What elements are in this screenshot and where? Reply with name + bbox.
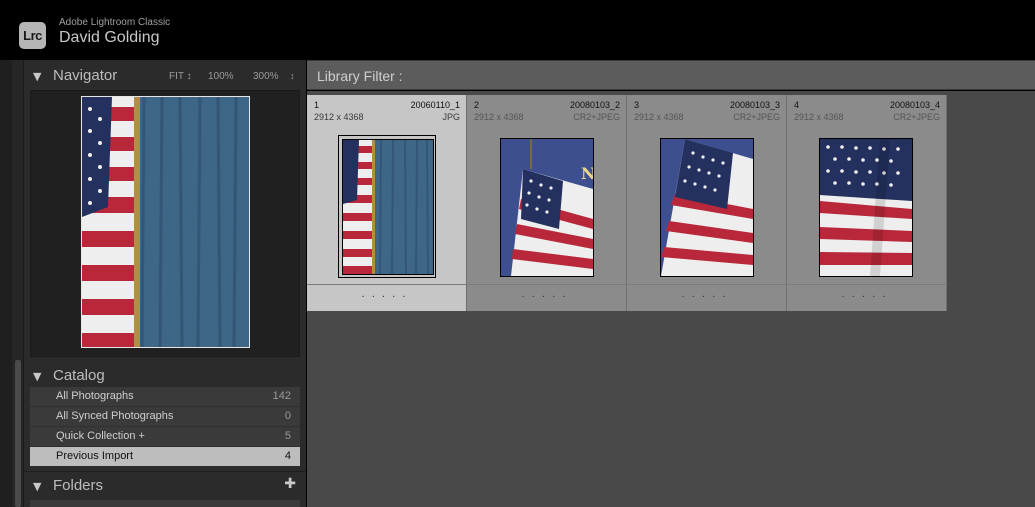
cell-dimensions: 2912 x 4368 bbox=[474, 112, 524, 122]
left-panel-scroll-thumb[interactable] bbox=[15, 360, 21, 507]
app-name: Adobe Lightroom Classic bbox=[59, 17, 171, 28]
folders-list[interactable] bbox=[30, 500, 300, 507]
catalog-title: Catalog bbox=[53, 367, 105, 384]
navigator-preview-image[interactable] bbox=[81, 96, 250, 348]
catalog-item-count: 142 bbox=[272, 390, 291, 402]
catalog-item-label: All Synced Photographs bbox=[56, 410, 174, 422]
cell-dimensions: 2912 x 4368 bbox=[314, 112, 364, 122]
add-folder-plus-icon[interactable]: ✚ bbox=[284, 476, 296, 492]
grid-cell[interactable]: 3 20080103_3 2912 x 4368 CR2+JPEG ····· bbox=[627, 95, 787, 311]
catalog-item-all-photographs[interactable]: All Photographs 142 bbox=[30, 387, 300, 407]
navigator-header[interactable]: ▼ Navigator FIT ↕ 100% 300% ↕ bbox=[24, 62, 306, 90]
zoom-300-option[interactable]: 300% bbox=[253, 71, 279, 82]
cell-filename: 20080103_2 bbox=[569, 100, 620, 110]
cell-index: 4 bbox=[794, 100, 800, 110]
thumbnail-image[interactable] bbox=[660, 138, 754, 277]
cell-filename: 20080103_3 bbox=[729, 100, 780, 110]
folders-title: Folders bbox=[53, 477, 104, 494]
navigator-preview-area[interactable] bbox=[30, 90, 300, 357]
catalog-item-label: Previous Import bbox=[56, 450, 134, 462]
catalog-item-count: 0 bbox=[284, 410, 291, 422]
cell-footer-divider bbox=[307, 284, 467, 285]
cell-dimensions: 2912 x 4368 bbox=[794, 112, 844, 122]
cell-rating-dots[interactable]: ····· bbox=[787, 292, 947, 303]
cell-file-type: CR2+JPEG bbox=[573, 112, 620, 122]
photo-grid[interactable]: 1 20060110_1 2912 x 4368 JPG ····· 2 200… bbox=[307, 91, 1035, 507]
cell-index: 2 bbox=[474, 100, 480, 110]
cell-footer-divider bbox=[787, 284, 947, 285]
thumbnail-image[interactable] bbox=[819, 138, 913, 277]
cell-rating-dots[interactable]: ····· bbox=[467, 292, 627, 303]
left-edge-strip[interactable] bbox=[0, 60, 12, 507]
thumbnail-image[interactable]: N bbox=[500, 138, 594, 277]
catalog-item-quick-collection[interactable]: Quick Collection + 5 bbox=[30, 427, 300, 447]
zoom-fit-label: FIT bbox=[169, 71, 184, 82]
thumbnail-image[interactable] bbox=[342, 139, 434, 275]
cell-filename: 20080103_4 bbox=[889, 100, 940, 110]
identity-plate: Lrc Adobe Lightroom Classic David Goldin… bbox=[0, 0, 1035, 60]
library-filter-label: Library Filter : bbox=[317, 68, 403, 84]
grid-cell[interactable]: 4 20080103_4 2912 x 4368 CR2+JPEG ····· bbox=[787, 95, 947, 311]
grid-cell[interactable]: 1 20060110_1 2912 x 4368 JPG ····· bbox=[307, 95, 467, 311]
cell-filename: 20060110_1 bbox=[410, 100, 460, 110]
catalog-header[interactable]: ▼ Catalog bbox=[24, 362, 306, 390]
cell-footer-divider bbox=[627, 284, 787, 285]
zoom-100-option[interactable]: 100% bbox=[208, 71, 234, 82]
catalog-item-label: Quick Collection + bbox=[56, 430, 145, 442]
cell-file-type: CR2+JPEG bbox=[893, 112, 940, 122]
catalog-item-label: All Photographs bbox=[56, 390, 134, 402]
cell-footer-divider bbox=[467, 284, 627, 285]
catalog-item-previous-import[interactable]: Previous Import 4 bbox=[30, 447, 300, 467]
library-filter-bar[interactable]: Library Filter : bbox=[307, 60, 1035, 90]
cell-index: 1 bbox=[314, 100, 320, 110]
cell-file-type: CR2+JPEG bbox=[733, 112, 780, 122]
lightroom-logo-icon: Lrc bbox=[19, 22, 46, 49]
left-panel: ▼ Navigator FIT ↕ 100% 300% ↕ ▼ Catalog … bbox=[24, 60, 306, 507]
cell-index: 3 bbox=[634, 100, 640, 110]
collapse-triangle-icon[interactable]: ▼ bbox=[33, 370, 41, 383]
cell-rating-dots[interactable]: ····· bbox=[627, 292, 787, 303]
navigator-title: Navigator bbox=[53, 67, 118, 84]
catalog-list: All Photographs 142 All Synced Photograp… bbox=[30, 387, 300, 467]
grid-cell[interactable]: 2 20080103_2 2912 x 4368 CR2+JPEG N bbox=[467, 95, 627, 311]
cell-dimensions: 2912 x 4368 bbox=[634, 112, 684, 122]
collapse-triangle-icon[interactable]: ▼ bbox=[33, 480, 41, 493]
svg-text:N: N bbox=[581, 164, 593, 183]
catalog-item-all-synced-photographs[interactable]: All Synced Photographs 0 bbox=[30, 407, 300, 427]
cell-file-type: JPG bbox=[442, 112, 460, 122]
user-name: David Golding bbox=[59, 29, 160, 46]
cell-rating-dots[interactable]: ····· bbox=[307, 292, 467, 303]
folders-header[interactable]: ▼ Folders ✚ bbox=[24, 471, 306, 499]
collapse-triangle-icon[interactable]: ▼ bbox=[33, 70, 41, 83]
zoom-menu-icon[interactable]: ↕ bbox=[290, 71, 295, 81]
zoom-fit-menu-icon: ↕ bbox=[186, 71, 192, 82]
zoom-fit-option[interactable]: FIT ↕ bbox=[169, 71, 192, 82]
catalog-item-count: 5 bbox=[284, 430, 291, 442]
catalog-item-count: 4 bbox=[284, 450, 291, 462]
